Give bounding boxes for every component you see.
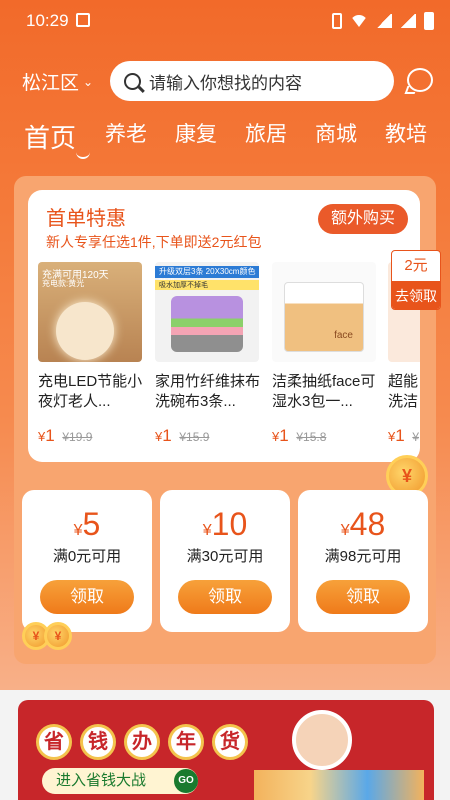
gift-boxes-illustration xyxy=(254,770,424,800)
vibrate-icon xyxy=(332,13,342,29)
battery-icon xyxy=(424,12,434,30)
first-order-card: 首单特惠 新人专享任选1件,下单即送2元红包 额外购买 充满可用120天 充电款… xyxy=(28,190,420,462)
location-selector[interactable]: 松江区 ⌄ xyxy=(22,68,93,95)
banner-title-char: 办 xyxy=(124,724,160,760)
first-order-title: 首单特惠 xyxy=(46,208,126,230)
lamp-image xyxy=(56,302,114,360)
product-image-sublabel: 充电款:黄光 xyxy=(42,279,85,288)
coupon-amount: 5 xyxy=(82,506,101,542)
search-icon xyxy=(124,72,141,90)
product-image: 升级双层3条 20X30cm颜色随机 吸水加厚不掉毛 xyxy=(155,262,259,362)
coupon-condition: 满0元可用 xyxy=(52,548,122,565)
product-price: ¥1 ¥15.8 xyxy=(272,426,378,446)
cloth-image xyxy=(171,296,243,352)
coin-icon: ¥ xyxy=(44,622,72,650)
claim-coupon-button[interactable]: 领取 xyxy=(40,580,134,614)
product-image: 充满可用120天 充电款:黄光 xyxy=(38,262,142,362)
search-placeholder: 请输入你想找的内容 xyxy=(149,73,302,93)
category-tabs: 首页 养老 康复 旅居 商城 教培 xyxy=(24,118,450,159)
new-year-shopping-banner[interactable]: 省 钱 办 年 货 进入省钱大战 GO xyxy=(18,700,434,800)
extra-purchase-button[interactable]: 额外购买 xyxy=(318,204,408,234)
tab-rehab[interactable]: 康复 xyxy=(175,118,245,155)
product-card[interactable]: 升级双层3条 20X30cm颜色随机 吸水加厚不掉毛 家用竹纤维抹布洗碗布3条.… xyxy=(155,262,261,446)
price-value: 1 xyxy=(45,426,55,445)
tab-travel-stay[interactable]: 旅居 xyxy=(245,118,315,155)
banner-title-char: 省 xyxy=(36,724,72,760)
chevron-down-icon: ⌄ xyxy=(83,74,94,89)
coupon-value: ¥5 xyxy=(22,506,152,543)
original-price: ¥19.9 xyxy=(62,430,92,444)
coupon-value: ¥10 xyxy=(160,506,290,543)
status-bar: 10:29 xyxy=(0,0,450,42)
claim-coupon-button[interactable]: 领取 xyxy=(316,580,410,614)
coupon-amount: 10 xyxy=(211,506,248,542)
wifi-icon xyxy=(350,15,368,27)
price-value: 1 xyxy=(162,426,172,445)
red-packet-claim-button[interactable]: 去领取 xyxy=(392,281,440,309)
coupon-value: ¥48 xyxy=(298,506,428,543)
tab-home[interactable]: 首页 xyxy=(24,118,105,159)
product-image xyxy=(272,262,376,362)
currency-symbol: ¥ xyxy=(202,522,212,539)
currency-symbol: ¥ xyxy=(73,522,83,539)
red-packet-claim[interactable]: 2元 去领取 xyxy=(391,250,441,310)
product-image-sublabel: 吸水加厚不掉毛 xyxy=(155,280,259,290)
coupon-card: ¥5 满0元可用 领取 xyxy=(22,490,152,632)
coupon-condition: 满30元可用 xyxy=(186,548,264,565)
gallery-icon xyxy=(76,13,90,27)
coupon-condition: 满98元可用 xyxy=(324,548,402,565)
status-icons xyxy=(332,12,434,30)
product-name: 充电LED节能小夜灯老人... xyxy=(38,373,143,410)
product-name: 超能洗洁 xyxy=(388,373,419,410)
coupon-card: ¥10 满30元可用 领取 xyxy=(160,490,290,632)
tab-mall[interactable]: 商城 xyxy=(315,118,385,155)
tissue-box-image xyxy=(284,282,364,352)
go-badge[interactable]: GO xyxy=(174,769,198,793)
original-price-value: 15.9 xyxy=(186,430,210,444)
tab-elderly-care[interactable]: 养老 xyxy=(105,118,175,155)
banner-title-char: 年 xyxy=(168,724,204,760)
original-price: ¥15.8 xyxy=(296,430,326,444)
coupon-amount: 48 xyxy=(349,506,386,542)
message-icon[interactable] xyxy=(407,68,433,92)
product-name: 洁柔抽纸face可湿水3包一... xyxy=(272,373,376,410)
currency-symbol: ¥ xyxy=(296,430,304,444)
product-card[interactable]: 洁柔抽纸face可湿水3包一... ¥1 ¥15.8 xyxy=(272,262,378,446)
original-price: ¥15.9 xyxy=(179,430,209,444)
product-image-label: 升级双层3条 20X30cm颜色随机 xyxy=(155,266,259,287)
currency-symbol: ¥ xyxy=(62,430,70,444)
signal-icon-2 xyxy=(400,14,416,28)
coupon-card: ¥48 满98元可用 领取 xyxy=(298,490,428,632)
signal-icon xyxy=(376,14,392,28)
search-bar[interactable]: 请输入你想找的内容 xyxy=(110,61,394,101)
product-list: 充满可用120天 充电款:黄光 充电LED节能小夜灯老人... ¥1 ¥19.9… xyxy=(38,262,420,447)
original-price: ¥ xyxy=(412,430,419,444)
status-time: 10:29 xyxy=(26,11,69,30)
price-value: 1 xyxy=(279,426,289,445)
claim-coupon-button[interactable]: 领取 xyxy=(178,580,272,614)
first-order-subtitle: 新人专享任选1件,下单即送2元红包 xyxy=(46,234,262,250)
grandmother-illustration xyxy=(292,710,352,770)
product-price: ¥1 ¥ xyxy=(388,426,420,446)
red-packet-amount: 2元 xyxy=(404,257,428,274)
location-label: 松江区 xyxy=(22,73,80,94)
product-price: ¥1 ¥19.9 xyxy=(38,426,144,446)
original-price-value: 15.8 xyxy=(303,430,327,444)
currency-symbol: ¥ xyxy=(412,430,420,444)
banner-title-char: 钱 xyxy=(80,724,116,760)
product-name: 家用竹纤维抹布洗碗布3条... xyxy=(155,373,261,410)
currency-symbol: ¥ xyxy=(340,522,350,539)
price-value: 1 xyxy=(395,426,405,445)
product-price: ¥1 ¥15.9 xyxy=(155,426,261,446)
product-card[interactable]: 充满可用120天 充电款:黄光 充电LED节能小夜灯老人... ¥1 ¥19.9 xyxy=(38,262,144,446)
currency-symbol: ¥ xyxy=(179,430,187,444)
banner-illustration xyxy=(238,708,434,800)
banner-title: 省 钱 办 年 货 xyxy=(36,724,248,760)
original-price-value: 19.9 xyxy=(69,430,93,444)
tab-training[interactable]: 教培 xyxy=(385,118,450,155)
